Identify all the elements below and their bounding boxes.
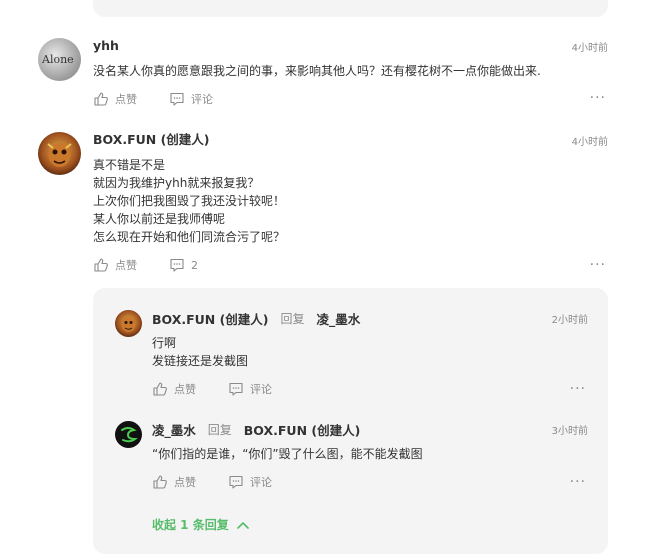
previous-reply-panel-tail [93, 0, 608, 17]
dragon-avatar-icon [121, 427, 138, 443]
reply-text: “你们指的是谁，“你们”毁了什么图，能不能发截图 [152, 447, 423, 461]
thumbs-up-icon [94, 92, 108, 106]
mask-avatar-icon [47, 143, 72, 167]
comment-button[interactable]: 评论 [228, 474, 272, 490]
reply-header: BOX.FUN (创建人) 回复 凌_墨水 [152, 309, 588, 328]
mask-avatar-icon [121, 317, 136, 332]
like-button[interactable]: 点赞 [152, 381, 196, 397]
comment-actions: 点赞 2 [93, 256, 608, 274]
reply-time: 3小时前 [551, 426, 588, 437]
comment-author[interactable]: yhh [93, 38, 608, 54]
comment-icon [229, 475, 243, 489]
comment-actions: 点赞 评论 [93, 90, 608, 108]
reply-word: 回复 [207, 422, 232, 437]
comment-icon [170, 92, 184, 106]
thumbs-up-icon [153, 382, 167, 396]
avatar[interactable]: Alone [38, 38, 81, 81]
comment-button[interactable]: 评论 [169, 91, 213, 107]
comment-button[interactable]: 评论 [228, 381, 272, 397]
comment-time: 4小时前 [571, 43, 608, 54]
avatar[interactable] [38, 132, 81, 175]
reply-text: 行啊 发链接还是发截图 [152, 336, 249, 368]
avatar[interactable] [115, 310, 142, 337]
comment-author[interactable]: BOX.FUN (创建人) [93, 132, 608, 148]
reply-target[interactable]: BOX.FUN (创建人) [244, 420, 361, 439]
avatar[interactable] [115, 421, 142, 448]
collapse-replies-button[interactable]: 收起 1 条回复 [152, 516, 249, 533]
reply-header: 凌_墨水 回复 BOX.FUN (创建人) [152, 420, 588, 439]
replies-panel: BOX.FUN (创建人) 回复 凌_墨水 2小时前 行啊 发链接还是发截图 点… [93, 288, 608, 554]
comment-time: 4小时前 [571, 137, 608, 148]
reply-word: 回复 [280, 311, 305, 326]
reply-actions: 点赞 评论 [152, 473, 588, 491]
like-button[interactable]: 点赞 [93, 257, 137, 273]
chevron-up-icon [236, 521, 249, 529]
thumbs-up-icon [153, 475, 167, 489]
comment-icon [229, 382, 243, 396]
thumbs-up-icon [94, 258, 108, 272]
comment-text: 真不错是不是 就因为我维护yhh就来报复我？ 上次你们把我图毁了我还没计较呢！ … [93, 158, 286, 244]
more-options-icon[interactable]: ··· [590, 257, 606, 273]
comment-text: 没名某人你真的愿意跟我之间的事，来影响其他人吗？还有樱花树不一点你能做出来. [93, 64, 541, 78]
more-options-icon[interactable]: ··· [590, 90, 606, 106]
like-button[interactable]: 点赞 [93, 91, 137, 107]
comment-icon [170, 258, 184, 272]
reply-actions: 点赞 评论 [152, 380, 588, 398]
reply-author[interactable]: BOX.FUN (创建人) [152, 309, 269, 328]
reply-target[interactable]: 凌_墨水 [317, 309, 361, 328]
comment-button[interactable]: 2 [169, 257, 198, 273]
more-options-icon[interactable]: ··· [570, 381, 586, 397]
reply-time: 2小时前 [551, 315, 588, 326]
like-button[interactable]: 点赞 [152, 474, 196, 490]
more-options-icon[interactable]: ··· [570, 474, 586, 490]
avatar-text: Alone [42, 53, 74, 66]
reply-author[interactable]: 凌_墨水 [152, 420, 196, 439]
